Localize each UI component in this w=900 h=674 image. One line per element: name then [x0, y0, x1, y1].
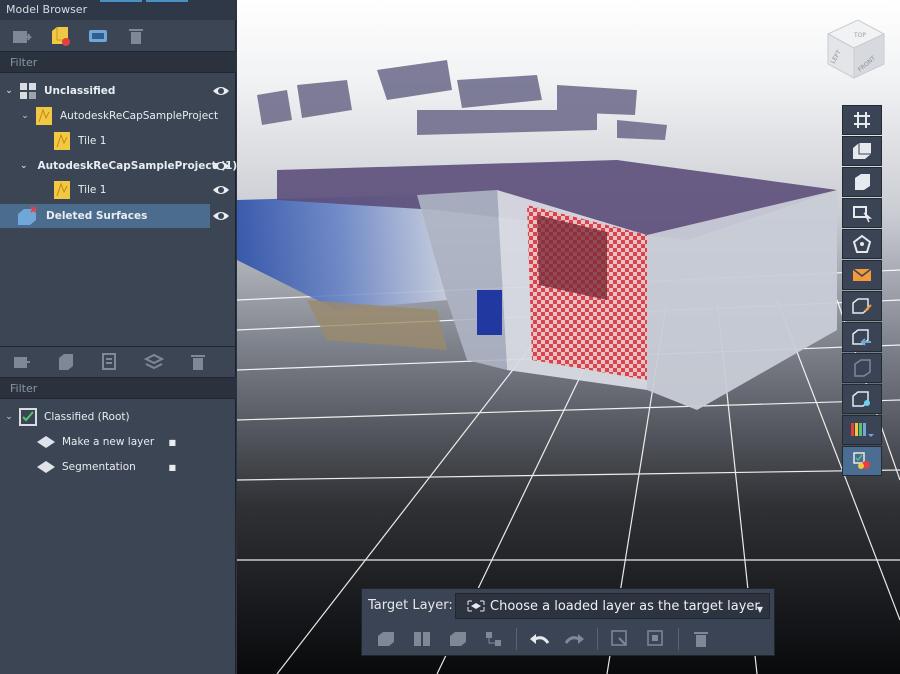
- tab-accent: [146, 0, 188, 2]
- layer-dot: ■: [168, 462, 176, 472]
- split-icon[interactable]: [404, 626, 440, 652]
- point-cloud-scene: [237, 60, 900, 674]
- chevron-down-icon[interactable]: ▼: [757, 605, 763, 614]
- edit-box-icon[interactable]: [842, 291, 882, 321]
- color-bars-icon[interactable]: [842, 415, 882, 445]
- filter-input[interactable]: Filter: [0, 51, 236, 73]
- cube-icon[interactable]: [440, 626, 476, 652]
- target-layer-dropdown[interactable]: Choose a loaded layer as the target laye…: [455, 593, 770, 619]
- layer-diamond-icon: [37, 461, 55, 473]
- tree-item-unclassified[interactable]: ⌄ Unclassified: [4, 79, 236, 103]
- polygon-select-icon[interactable]: [842, 229, 882, 259]
- tree-item-layer[interactable]: Make a new layer ■: [36, 430, 186, 454]
- select-points-icon[interactable]: [602, 626, 638, 652]
- blue-object-points: [477, 290, 502, 335]
- mail-icon[interactable]: [842, 260, 882, 290]
- tree-item-layer[interactable]: Segmentation ■: [36, 455, 186, 479]
- chevron-down-icon[interactable]: ⌄: [4, 412, 14, 422]
- tree-item-project[interactable]: ⌄ AutodeskReCapSampleProject (1): [20, 154, 237, 178]
- tree-item-classified-root[interactable]: ⌄ Classified (Root): [4, 405, 236, 429]
- eye-icon[interactable]: [212, 85, 230, 97]
- blue-wall-points: [237, 195, 447, 310]
- tree-item-project[interactable]: ⌄ AutodeskReCapSampleProject: [20, 104, 236, 128]
- model-browser-toolbar: [0, 21, 236, 51]
- toolbar-separator: [516, 628, 517, 650]
- layers-settings-icon[interactable]: [142, 350, 166, 374]
- model-browser-panel: Model Browser Filter ⌄ Unclassified ⌄ Au…: [0, 0, 237, 674]
- graph-icon[interactable]: [476, 626, 512, 652]
- grid-icon[interactable]: [842, 105, 882, 135]
- eye-icon[interactable]: [212, 160, 230, 172]
- cube-icon[interactable]: [842, 167, 882, 197]
- import-icon[interactable]: [10, 24, 34, 48]
- tile-icon: [54, 181, 70, 199]
- move-icon[interactable]: [368, 626, 404, 652]
- tree-item-tile[interactable]: Tile 1: [48, 178, 236, 202]
- crop-select-icon[interactable]: [842, 198, 882, 228]
- classify-tool-icon[interactable]: [842, 446, 882, 476]
- viewcube[interactable]: TOP LEFT FRONT: [822, 14, 888, 80]
- classified-toolbar: [0, 346, 236, 376]
- tab-accent: [100, 0, 142, 2]
- target-layer-bar: Target Layer: Choose a loaded layer as t…: [361, 588, 775, 656]
- box-arrow-icon[interactable]: [842, 322, 882, 352]
- deleted-surfaces-icon: [18, 206, 37, 225]
- toolbar-separator: [678, 628, 679, 650]
- unclassified-icon: [20, 83, 36, 99]
- chevron-down-icon[interactable]: ⌄: [20, 161, 28, 171]
- trash-icon[interactable]: [124, 24, 148, 48]
- tile-icon: [54, 132, 70, 150]
- undo-icon[interactable]: [521, 626, 557, 652]
- chevron-down-icon[interactable]: ⌄: [4, 86, 14, 96]
- toolbar-separator: [597, 628, 598, 650]
- folder-icon: [36, 107, 52, 125]
- add-layer-icon[interactable]: [48, 24, 72, 48]
- import-icon[interactable]: [10, 350, 34, 374]
- right-toolbar: [842, 105, 882, 477]
- layer-diamond-icon: [467, 600, 485, 612]
- layer-dot: ■: [168, 437, 176, 447]
- classify-icon[interactable]: [98, 350, 122, 374]
- floor-debris-points: [307, 300, 447, 350]
- box-view-icon[interactable]: [842, 136, 882, 166]
- layer-diamond-icon: [37, 436, 55, 448]
- tree-item-tile[interactable]: Tile 1: [48, 129, 236, 153]
- viewcube-top-label[interactable]: TOP: [853, 32, 866, 39]
- target-layer-label: Target Layer:: [368, 598, 453, 613]
- tree-item-deleted-surfaces[interactable]: Deleted Surfaces: [14, 204, 236, 228]
- eye-icon[interactable]: [212, 210, 230, 222]
- trash-icon[interactable]: [683, 626, 719, 652]
- layer-icon[interactable]: [54, 350, 78, 374]
- target-layer-tools: [368, 625, 768, 653]
- eye-icon[interactable]: [212, 184, 230, 196]
- select-region-icon[interactable]: [638, 626, 674, 652]
- chevron-down-icon[interactable]: ⌄: [20, 111, 30, 121]
- model-browser-title: Model Browser: [0, 0, 236, 20]
- redo-icon[interactable]: [557, 626, 593, 652]
- filter-input[interactable]: Filter: [0, 377, 236, 399]
- scan-icon[interactable]: [86, 24, 110, 48]
- cube-outline-icon[interactable]: [842, 353, 882, 383]
- classified-icon: [19, 408, 37, 426]
- target-layer-placeholder: Choose a loaded layer as the target laye…: [490, 598, 760, 614]
- box-pin-icon[interactable]: [842, 384, 882, 414]
- trash-icon[interactable]: [186, 350, 210, 374]
- ceiling-points: [257, 60, 667, 140]
- 3d-viewport[interactable]: TOP LEFT FRONT: [237, 0, 900, 674]
